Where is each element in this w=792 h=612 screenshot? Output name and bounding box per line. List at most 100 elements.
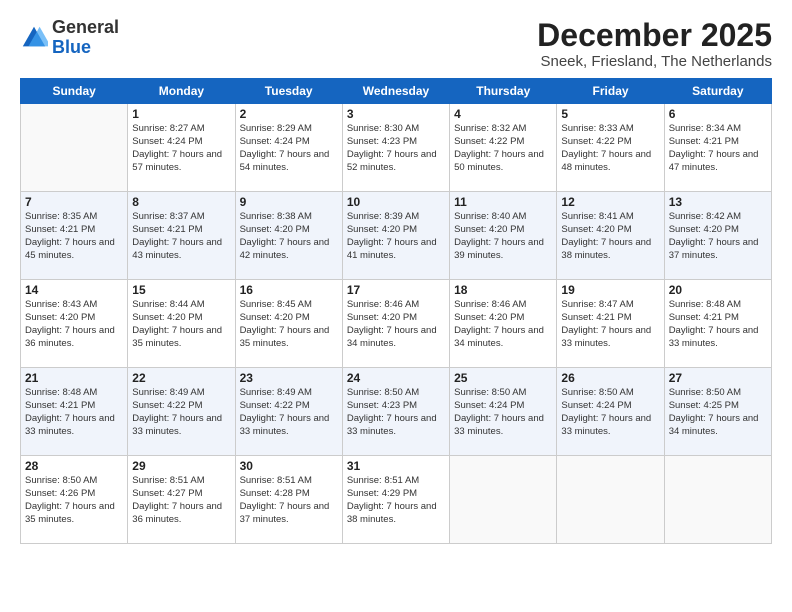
cell-info: Sunrise: 8:46 AMSunset: 4:20 PMDaylight:… [347, 299, 445, 350]
day-number: 4 [454, 107, 552, 121]
calendar-cell: 13 Sunrise: 8:42 AMSunset: 4:20 PMDayligh… [664, 192, 771, 280]
page: General Blue December 2025 Sneek, Friesl… [0, 0, 792, 612]
calendar-cell: 12Sunrise: 8:41 AMSunset: 4:20 PMDayligh… [557, 192, 664, 280]
day-number: 26 [561, 371, 659, 385]
cell-info: Sunrise: 8:47 AMSunset: 4:21 PMDaylight:… [561, 299, 659, 350]
day-number: 10 [347, 195, 445, 209]
day-number: 31 [347, 459, 445, 473]
calendar-cell: 4 Sunrise: 8:32 AMSunset: 4:22 PMDaylight… [450, 104, 557, 192]
logo-blue: Blue [52, 38, 119, 58]
calendar-week: 7 Sunrise: 8:35 AMSunset: 4:21 PMDaylight… [21, 192, 772, 280]
calendar-cell [21, 104, 128, 192]
calendar-cell: 27 Sunrise: 8:50 AMSunset: 4:25 PMDayligh… [664, 368, 771, 456]
day-number: 30 [240, 459, 338, 473]
calendar-week: 1 Sunrise: 8:27 AMSunset: 4:24 PMDaylight… [21, 104, 772, 192]
cell-info: Sunrise: 8:27 AMSunset: 4:24 PMDaylight:… [132, 123, 230, 174]
logo-general: General [52, 18, 119, 38]
calendar-cell: 8 Sunrise: 8:37 AMSunset: 4:21 PMDaylight… [128, 192, 235, 280]
day-number: 27 [669, 371, 767, 385]
cell-info: Sunrise: 8:49 AMSunset: 4:22 PMDaylight:… [240, 387, 338, 438]
day-number: 13 [669, 195, 767, 209]
logo: General Blue [20, 18, 119, 58]
calendar-cell [450, 456, 557, 544]
calendar-cell: 1 Sunrise: 8:27 AMSunset: 4:24 PMDaylight… [128, 104, 235, 192]
header-day: Sunday [21, 79, 128, 104]
calendar-cell: 18 Sunrise: 8:46 AMSunset: 4:20 PMDayligh… [450, 280, 557, 368]
cell-info: Sunrise: 8:48 AMSunset: 4:21 PMDaylight:… [669, 299, 767, 350]
cell-info: Sunrise: 8:38 AMSunset: 4:20 PMDaylight:… [240, 211, 338, 262]
day-number: 19 [561, 283, 659, 297]
calendar-cell: 28 Sunrise: 8:50 AMSunset: 4:26 PMDayligh… [21, 456, 128, 544]
calendar-cell: 30 Sunrise: 8:51 AMSunset: 4:28 PMDayligh… [235, 456, 342, 544]
day-number: 28 [25, 459, 123, 473]
day-number: 2 [240, 107, 338, 121]
day-number: 29 [132, 459, 230, 473]
day-number: 14 [25, 283, 123, 297]
logo-icon [20, 24, 48, 52]
day-number: 22 [132, 371, 230, 385]
cell-info: Sunrise: 8:46 AMSunset: 4:20 PMDaylight:… [454, 299, 552, 350]
calendar-cell [664, 456, 771, 544]
day-number: 23 [240, 371, 338, 385]
header-day: Wednesday [342, 79, 449, 104]
calendar-cell: 10Sunrise: 8:39 AMSunset: 4:20 PMDayligh… [342, 192, 449, 280]
cell-info: Sunrise: 8:51 AMSunset: 4:28 PMDaylight:… [240, 475, 338, 526]
calendar-week: 28 Sunrise: 8:50 AMSunset: 4:26 PMDayligh… [21, 456, 772, 544]
calendar-cell: 19 Sunrise: 8:47 AMSunset: 4:21 PMDayligh… [557, 280, 664, 368]
header-day: Monday [128, 79, 235, 104]
day-number: 25 [454, 371, 552, 385]
calendar-cell: 22 Sunrise: 8:49 AMSunset: 4:22 PMDayligh… [128, 368, 235, 456]
day-number: 11 [454, 195, 552, 209]
cell-info: Sunrise: 8:42 AMSunset: 4:20 PMDaylight:… [669, 211, 767, 262]
day-number: 24 [347, 371, 445, 385]
cell-info: Sunrise: 8:44 AMSunset: 4:20 PMDaylight:… [132, 299, 230, 350]
day-number: 7 [25, 195, 123, 209]
cell-info: Sunrise: 8:51 AMSunset: 4:27 PMDaylight:… [132, 475, 230, 526]
calendar-cell: 16Sunrise: 8:45 AMSunset: 4:20 PMDayligh… [235, 280, 342, 368]
calendar-week: 14 Sunrise: 8:43 AMSunset: 4:20 PMDayligh… [21, 280, 772, 368]
day-number: 12 [561, 195, 659, 209]
calendar-cell: 26Sunrise: 8:50 AMSunset: 4:24 PMDayligh… [557, 368, 664, 456]
cell-info: Sunrise: 8:32 AMSunset: 4:22 PMDaylight:… [454, 123, 552, 174]
calendar-cell: 17 Sunrise: 8:46 AMSunset: 4:20 PMDayligh… [342, 280, 449, 368]
cell-info: Sunrise: 8:40 AMSunset: 4:20 PMDaylight:… [454, 211, 552, 262]
cell-info: Sunrise: 8:43 AMSunset: 4:20 PMDaylight:… [25, 299, 123, 350]
cell-info: Sunrise: 8:35 AMSunset: 4:21 PMDaylight:… [25, 211, 123, 262]
calendar-cell: 23 Sunrise: 8:49 AMSunset: 4:22 PMDayligh… [235, 368, 342, 456]
cell-info: Sunrise: 8:37 AMSunset: 4:21 PMDaylight:… [132, 211, 230, 262]
calendar-week: 21Sunrise: 8:48 AMSunset: 4:21 PMDayligh… [21, 368, 772, 456]
calendar: SundayMondayTuesdayWednesdayThursdayFrid… [20, 78, 772, 544]
location: Sneek, Friesland, The Netherlands [537, 53, 772, 70]
calendar-cell: 15 Sunrise: 8:44 AMSunset: 4:20 PMDayligh… [128, 280, 235, 368]
calendar-cell: 9 Sunrise: 8:38 AMSunset: 4:20 PMDaylight… [235, 192, 342, 280]
day-number: 5 [561, 107, 659, 121]
calendar-cell: 24 Sunrise: 8:50 AMSunset: 4:23 PMDayligh… [342, 368, 449, 456]
day-number: 8 [132, 195, 230, 209]
header-day: Tuesday [235, 79, 342, 104]
calendar-cell: 3Sunrise: 8:30 AMSunset: 4:23 PMDaylight… [342, 104, 449, 192]
calendar-cell: 21Sunrise: 8:48 AMSunset: 4:21 PMDayligh… [21, 368, 128, 456]
cell-info: Sunrise: 8:33 AMSunset: 4:22 PMDaylight:… [561, 123, 659, 174]
day-number: 18 [454, 283, 552, 297]
header-day: Saturday [664, 79, 771, 104]
day-number: 17 [347, 283, 445, 297]
title-block: December 2025 Sneek, Friesland, The Neth… [537, 18, 772, 70]
day-number: 21 [25, 371, 123, 385]
cell-info: Sunrise: 8:51 AMSunset: 4:29 PMDaylight:… [347, 475, 445, 526]
calendar-cell: 7 Sunrise: 8:35 AMSunset: 4:21 PMDaylight… [21, 192, 128, 280]
calendar-cell: 6Sunrise: 8:34 AMSunset: 4:21 PMDaylight… [664, 104, 771, 192]
cell-info: Sunrise: 8:50 AMSunset: 4:23 PMDaylight:… [347, 387, 445, 438]
day-number: 1 [132, 107, 230, 121]
day-number: 15 [132, 283, 230, 297]
cell-info: Sunrise: 8:50 AMSunset: 4:26 PMDaylight:… [25, 475, 123, 526]
day-number: 9 [240, 195, 338, 209]
cell-info: Sunrise: 8:29 AMSunset: 4:24 PMDaylight:… [240, 123, 338, 174]
cell-info: Sunrise: 8:50 AMSunset: 4:25 PMDaylight:… [669, 387, 767, 438]
calendar-cell: 20Sunrise: 8:48 AMSunset: 4:21 PMDayligh… [664, 280, 771, 368]
calendar-cell: 25Sunrise: 8:50 AMSunset: 4:24 PMDayligh… [450, 368, 557, 456]
header-day: Friday [557, 79, 664, 104]
cell-info: Sunrise: 8:49 AMSunset: 4:22 PMDaylight:… [132, 387, 230, 438]
header-row: SundayMondayTuesdayWednesdayThursdayFrid… [21, 79, 772, 104]
calendar-cell: 11 Sunrise: 8:40 AMSunset: 4:20 PMDayligh… [450, 192, 557, 280]
calendar-cell: 29 Sunrise: 8:51 AMSunset: 4:27 PMDayligh… [128, 456, 235, 544]
